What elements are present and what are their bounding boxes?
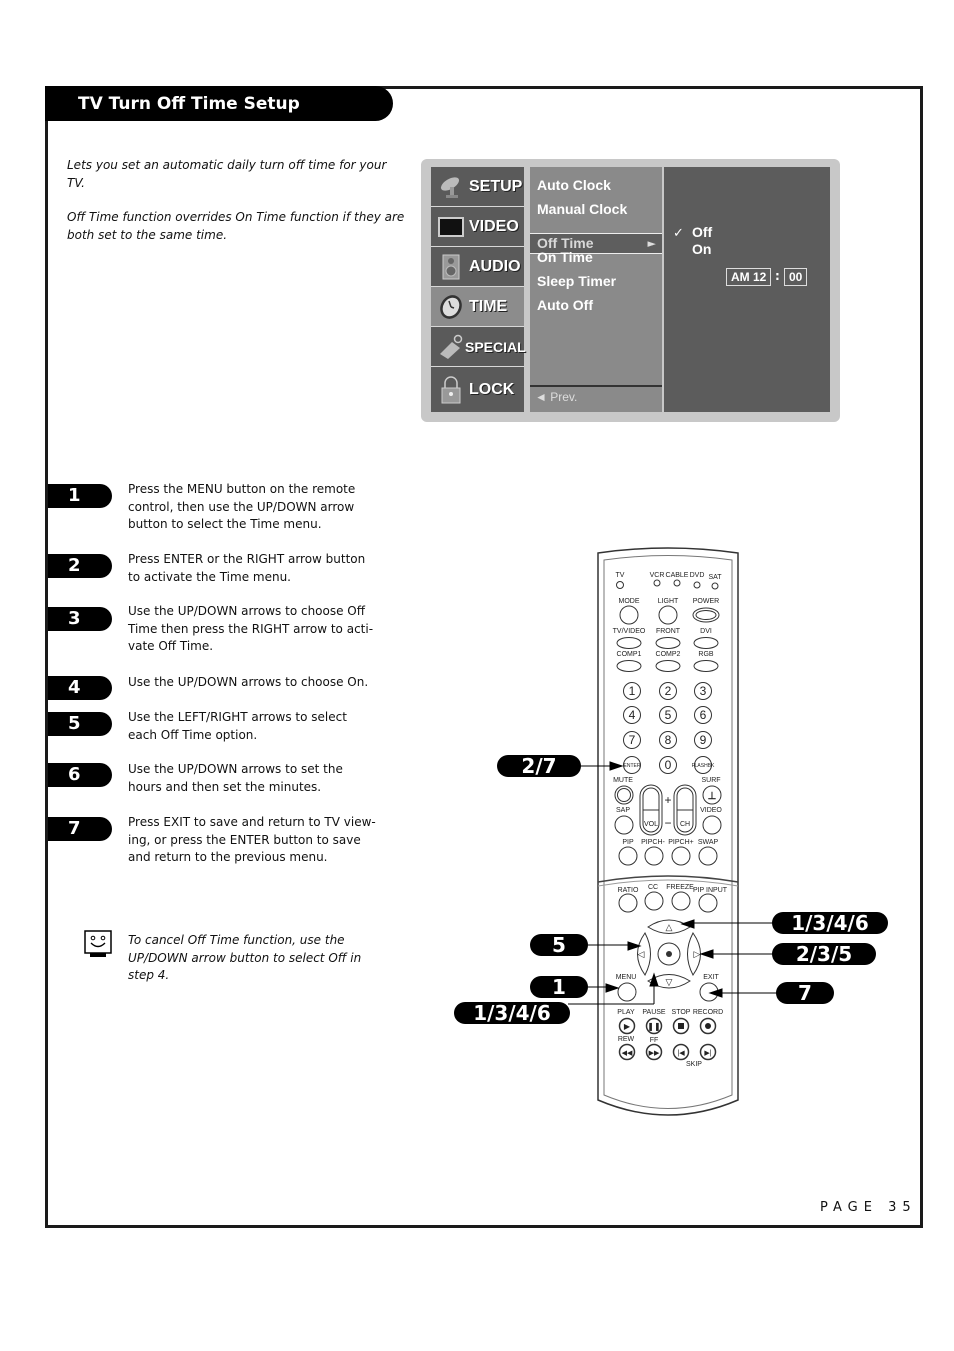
digit-label: 7 [629, 733, 636, 747]
digit-label: 8 [665, 733, 672, 747]
pip-input-button[interactable] [698, 893, 718, 913]
mode-label-cable: CABLE [666, 572, 689, 579]
video-label: VIDEO [700, 807, 722, 814]
sap-label: SAP [616, 807, 630, 814]
svg-text:◁: ◁ [638, 949, 645, 959]
exit-label: EXIT [703, 974, 719, 981]
pipch-plus-label: PIPCH+ [668, 839, 693, 846]
digit-label: 0 [665, 758, 672, 772]
front-button[interactable] [655, 637, 681, 649]
pipch-minus-button[interactable] [644, 846, 664, 866]
pipch-plus-button[interactable] [671, 846, 691, 866]
pip-button[interactable] [618, 846, 638, 866]
callout-exit: 7 [776, 982, 834, 1004]
remote-control-illustration: TV VCR CABLE DVD SAT MODE LIGHT POWER TV… [568, 547, 778, 1116]
tv-video-button[interactable] [616, 637, 642, 649]
cc-button[interactable] [644, 891, 664, 911]
tv-video-label: TV/VIDEO [613, 628, 646, 635]
digit-label: 1 [629, 684, 636, 698]
swap-label: SWAP [698, 839, 719, 846]
svg-text:▽: ▽ [666, 977, 673, 987]
stop-label: STOP [672, 1009, 691, 1016]
rew-label: REW [618, 1036, 635, 1043]
freeze-label: FREEZE [666, 884, 694, 891]
mode-label-dvd: DVD [690, 572, 705, 579]
ratio-button[interactable] [618, 893, 638, 913]
mode-button[interactable] [619, 605, 639, 625]
swap-button[interactable] [698, 846, 718, 866]
callout-enter: 2/7 [497, 755, 581, 777]
play-label: PLAY [617, 1009, 635, 1016]
light-button[interactable] [658, 605, 678, 625]
comp1-button[interactable] [616, 660, 642, 672]
mode-button-label: MODE [619, 598, 640, 605]
callout-menu: 1 [530, 976, 588, 998]
digit-label: 3 [700, 684, 707, 698]
ff-label: FF [650, 1037, 659, 1044]
svg-text:▶|: ▶| [704, 1050, 711, 1057]
digit-label: 2 [665, 684, 672, 698]
callout-right: 2/3/5 [772, 943, 876, 965]
pause-label: PAUSE [642, 1009, 666, 1016]
menu-button[interactable] [617, 982, 637, 1002]
cc-label: CC [648, 884, 658, 891]
mode-label-tv: TV [616, 572, 625, 579]
comp1-label: COMP1 [617, 651, 642, 658]
svg-text:|◀: |◀ [677, 1050, 685, 1057]
surf-label: SURF [701, 777, 720, 784]
rgb-label: RGB [698, 651, 714, 658]
pip-input-label: PIP INPUT [693, 887, 728, 894]
vol-label: VOL [644, 821, 658, 828]
callout-up: 1/3/4/6 [772, 912, 888, 934]
mode-label-vcr: VCR [650, 572, 665, 579]
dvi-button[interactable] [693, 637, 719, 649]
ratio-label: RATIO [618, 887, 639, 894]
plus-label: + [664, 793, 671, 807]
front-label: FRONT [656, 628, 681, 635]
digit-label: 5 [665, 708, 672, 722]
menu-label: MENU [616, 974, 637, 981]
light-button-label: LIGHT [658, 598, 679, 605]
video-button[interactable] [702, 815, 722, 835]
pipch-minus-label: PIPCH- [641, 839, 665, 846]
rgb-button[interactable] [693, 660, 719, 672]
skip-label: SKIP [686, 1061, 702, 1068]
page-number: PAGE 35 [820, 1200, 917, 1215]
callout-left: 5 [530, 934, 588, 956]
digit-label: 9 [700, 733, 707, 747]
svg-text:△: △ [666, 922, 673, 932]
svg-text:⊥: ⊥ [708, 791, 717, 802]
comp2-label: COMP2 [656, 651, 681, 658]
sap-button[interactable] [614, 815, 634, 835]
digit-label: FLASHBK [692, 763, 715, 769]
svg-text:▶: ▶ [624, 1022, 631, 1031]
freeze-button[interactable] [671, 891, 691, 911]
comp2-button[interactable] [655, 660, 681, 672]
dvi-label: DVI [700, 628, 712, 635]
record-label: RECORD [693, 1009, 723, 1016]
mute-label: MUTE [613, 777, 633, 784]
svg-text:▶▶: ▶▶ [649, 1050, 660, 1057]
power-button-label: POWER [693, 598, 719, 605]
pip-label: PIP [622, 839, 634, 846]
digit-label: ENTER [624, 763, 641, 769]
minus-label: − [664, 816, 671, 830]
svg-text:◀◀: ◀◀ [622, 1050, 633, 1057]
digit-label: 4 [629, 708, 636, 722]
svg-text:❚❚: ❚❚ [647, 1022, 660, 1031]
digit-label: 6 [700, 708, 707, 722]
ch-label: CH [680, 821, 690, 828]
callout-down: 1/3/4/6 [454, 1002, 570, 1024]
mode-label-sat: SAT [708, 574, 722, 581]
